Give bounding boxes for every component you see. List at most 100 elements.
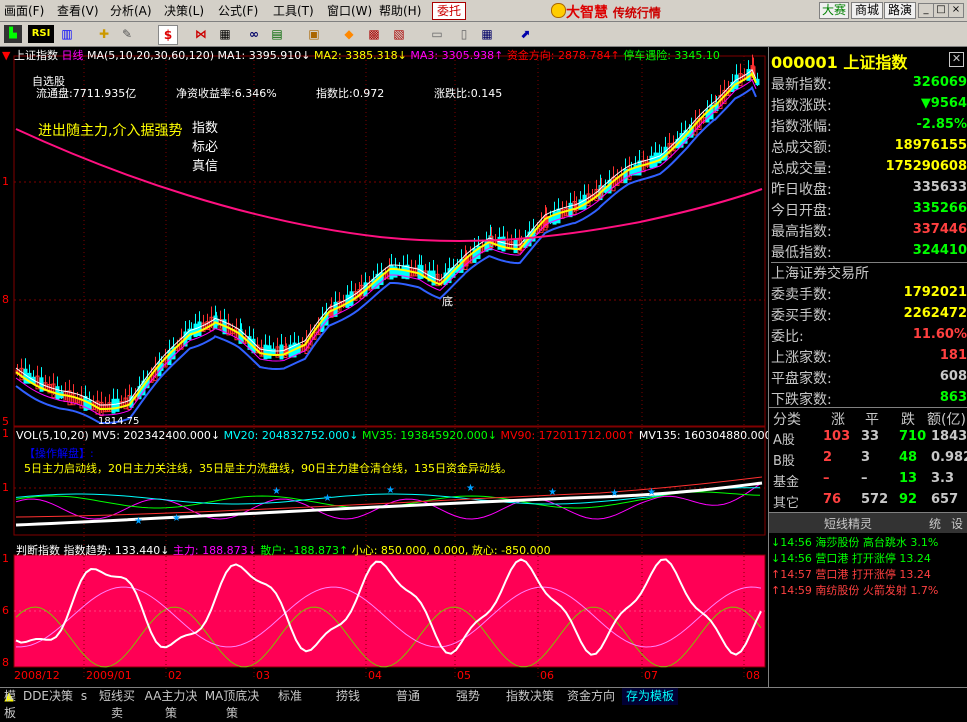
quote-row: 最高指数:337446 bbox=[771, 220, 967, 241]
vol-header: VOL(5,10,20) MV5: 202342400.000↓ MV20: 2… bbox=[16, 429, 784, 442]
sprite-alert[interactable]: ↓14:56 营口港 打开涨停 13.24 bbox=[771, 550, 967, 566]
menu-formula[interactable]: 公式(F) bbox=[218, 2, 258, 19]
quote-label: 最新指数: bbox=[771, 74, 832, 94]
tab-s[interactable]: s bbox=[76, 688, 92, 705]
diamond-icon[interactable]: ◆ bbox=[340, 25, 358, 43]
period-label[interactable]: 日线 bbox=[61, 49, 83, 62]
kline-chart[interactable]: ★★★★★★★★★ bbox=[0, 47, 767, 687]
stock-code: 000001 bbox=[771, 53, 838, 72]
tab-standard[interactable]: 标准 bbox=[264, 688, 316, 705]
axis-label: 1 bbox=[2, 427, 9, 440]
market-table-cell: – bbox=[823, 471, 830, 486]
roadshow-button[interactable]: 路演 bbox=[884, 2, 916, 19]
market-table-cell: 3 bbox=[861, 450, 870, 465]
vol-marker: ★ bbox=[323, 493, 332, 504]
quote-row: 指数涨跌:▼9564 bbox=[771, 94, 967, 115]
tab-money[interactable]: 捞钱 bbox=[320, 688, 376, 705]
quote-value: 326069 bbox=[913, 75, 967, 90]
tab-dde[interactable]: DDE决策 bbox=[22, 688, 74, 705]
sprite-stat-button[interactable]: 统 bbox=[929, 515, 941, 532]
menu-analysis[interactable]: 分析(A) bbox=[110, 2, 152, 19]
trend-value: 指数趋势: 133.440↓ bbox=[64, 544, 170, 557]
market-table-row: B股23480.982 bbox=[769, 449, 967, 470]
market-table-row: A股103337101843 bbox=[769, 428, 967, 449]
candle-body bbox=[654, 153, 657, 167]
binoculars-icon[interactable]: ∞ bbox=[245, 25, 263, 43]
menu-tools[interactable]: 工具(T) bbox=[273, 2, 314, 19]
minimize-button[interactable]: _ bbox=[918, 3, 934, 18]
candle-icon[interactable]: ▥ bbox=[58, 25, 76, 43]
chart-type-icon[interactable]: ▙ bbox=[4, 25, 22, 43]
maximize-button[interactable]: □ bbox=[933, 3, 949, 18]
hint-title: 【操作解盘】: bbox=[24, 445, 94, 461]
sprite-alert[interactable]: ↓14:56 海莎股份 高台跳水 3.1% bbox=[771, 534, 967, 550]
tab-fund-direction[interactable]: 资金方向 bbox=[562, 688, 620, 705]
menu-view[interactable]: 查看(V) bbox=[57, 2, 99, 19]
candle-body bbox=[116, 399, 119, 411]
map-icon[interactable]: ▤ bbox=[268, 25, 286, 43]
quote-row: 最新指数: 326069 bbox=[771, 73, 967, 94]
index-ratio: 指数比:0.972 bbox=[316, 85, 384, 101]
updown-ratio: 涨跌比:0.145 bbox=[434, 85, 502, 101]
help-pointer-icon[interactable]: ⬈ bbox=[516, 25, 534, 43]
quote-label: 指数涨幅: bbox=[771, 116, 832, 136]
menu-decision[interactable]: 决策(L) bbox=[164, 2, 204, 19]
sprite-alert[interactable]: ↑14:57 营口港 打开涨停 13.24 bbox=[771, 566, 967, 582]
bowtie-icon[interactable]: ⋈ bbox=[192, 25, 210, 43]
tab-ma-top-bottom[interactable]: MA顶底决策 bbox=[202, 688, 262, 705]
quote-value: 175290608 bbox=[886, 159, 967, 174]
menu-window[interactable]: 窗口(W) bbox=[327, 2, 372, 19]
table-icon[interactable]: ▦ bbox=[478, 25, 496, 43]
sprite-alert[interactable]: ↑14:59 南纺股份 火箭发射 1.7% bbox=[771, 582, 967, 598]
crosshair-icon[interactable]: ✚ bbox=[95, 25, 113, 43]
candle-body bbox=[514, 239, 517, 252]
axis-label: 1 bbox=[2, 175, 9, 188]
tab-index-decision[interactable]: 指数决策 bbox=[500, 688, 560, 705]
x-label: 05 bbox=[457, 669, 471, 682]
tab-save-template[interactable]: 存为模板 bbox=[622, 688, 678, 705]
close-button[interactable]: × bbox=[948, 3, 964, 18]
contest-button[interactable]: 大赛 bbox=[819, 2, 849, 19]
close-quote-icon[interactable]: ✕ bbox=[949, 52, 964, 67]
ma-params: MA(5,10,20,30,60,120) bbox=[87, 49, 214, 62]
col-amount: 额(亿) bbox=[927, 409, 966, 429]
tab-normal[interactable]: 普通 bbox=[380, 688, 436, 705]
dollar-icon[interactable]: $ bbox=[158, 25, 178, 45]
quote-label: 今日开盘: bbox=[771, 200, 832, 220]
tab-short-trade[interactable]: 短线买卖 bbox=[94, 688, 140, 705]
toolbar: ▙ RSI ▥ ✚ ✎ $ ⋈ ▦ ∞ ▤ ▣ ◆ ▩ ▧ ▭ ▯ ▦ ⬈ bbox=[0, 22, 967, 47]
vol-marker: ★ bbox=[466, 483, 475, 494]
quote-value: 324410 bbox=[913, 243, 967, 258]
x-label: 08 bbox=[746, 669, 760, 682]
order-label: 上涨家数: bbox=[771, 347, 832, 367]
vol-params: VOL(5,10,20) bbox=[16, 429, 89, 442]
book-icon[interactable]: ▧ bbox=[390, 25, 408, 43]
vol-marker: ★ bbox=[647, 487, 656, 498]
menu-screen[interactable]: 画面(F) bbox=[4, 2, 44, 19]
market-table-row: 基金––133.3 bbox=[769, 470, 967, 491]
rsi-icon[interactable]: RSI bbox=[28, 25, 54, 43]
tab-aa-main[interactable]: AA主力决策 bbox=[140, 688, 202, 705]
menu-help[interactable]: 帮助(H) bbox=[379, 2, 421, 19]
layout-icon[interactable]: ▯ bbox=[455, 25, 473, 43]
quote-row: 最低指数:324410 bbox=[771, 241, 967, 262]
market-table-cell: 572 bbox=[861, 492, 888, 507]
grid-icon[interactable]: ▦ bbox=[216, 25, 234, 43]
ruler-icon[interactable]: ✎ bbox=[118, 25, 136, 43]
col-up: 涨 bbox=[831, 409, 845, 429]
tab-strong[interactable]: 强势 bbox=[440, 688, 496, 705]
market-table-cell: 13 bbox=[899, 471, 917, 486]
sprite-settings-button[interactable]: 设 bbox=[951, 515, 963, 532]
flag-icon[interactable]: ▩ bbox=[365, 25, 383, 43]
quote-value: 335633 bbox=[913, 180, 967, 195]
chart-area[interactable]: ★★★★★★★★★ ▼ 上证指数 日线 MA(5,10,20,30,60,120… bbox=[0, 47, 767, 687]
mall-button[interactable]: 商城 bbox=[851, 2, 883, 19]
tab-template[interactable]: 模板 bbox=[0, 688, 20, 705]
entrust-button[interactable]: 委托 bbox=[432, 2, 466, 20]
market-table-cell: A股 bbox=[773, 429, 795, 448]
candle-body bbox=[735, 75, 738, 89]
order-row: 上涨家数:181 bbox=[771, 346, 967, 367]
order-value: 863 bbox=[940, 390, 967, 405]
window-icon[interactable]: ▭ bbox=[428, 25, 446, 43]
sheet-icon[interactable]: ▣ bbox=[305, 25, 323, 43]
